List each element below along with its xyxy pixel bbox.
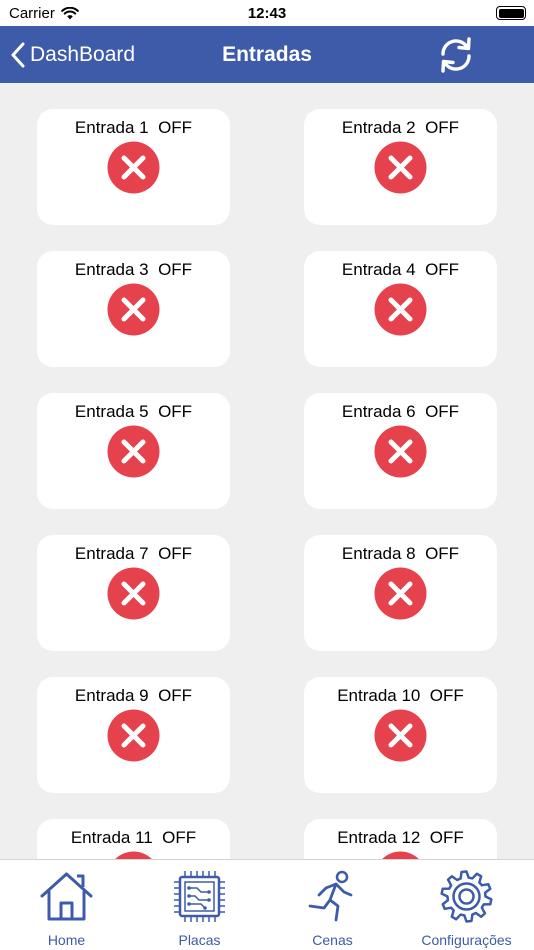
tab-cenas[interactable]: Cenas bbox=[266, 860, 399, 950]
input-card[interactable]: Entrada 11 OFF bbox=[37, 819, 230, 859]
input-card-label: Entrada 7 OFF bbox=[74, 544, 193, 563]
tab-cenas-label: Cenas bbox=[312, 932, 353, 948]
input-card-label: Entrada 3 OFF bbox=[74, 260, 193, 279]
gear-icon bbox=[440, 870, 493, 923]
input-card-label: Entrada 12 OFF bbox=[337, 828, 464, 847]
input-card[interactable]: Entrada 7 OFF bbox=[37, 535, 230, 651]
input-card[interactable]: Entrada 3 OFF bbox=[37, 251, 230, 367]
input-card-label: Entrada 9 OFF bbox=[74, 686, 193, 705]
off-status-icon bbox=[374, 567, 427, 620]
battery-icon bbox=[496, 6, 526, 20]
chip-icon bbox=[174, 871, 225, 922]
input-card[interactable]: Entrada 12 OFF bbox=[304, 819, 497, 859]
nav-bar: DashBoard Entradas bbox=[0, 26, 534, 83]
input-card-label: Entrada 5 OFF bbox=[74, 402, 193, 421]
input-card-label: Entrada 1 OFF bbox=[74, 118, 193, 137]
off-status-icon bbox=[374, 425, 427, 478]
off-status-icon bbox=[107, 567, 160, 620]
running-person-icon bbox=[308, 870, 353, 922]
input-card-label: Entrada 11 OFF bbox=[70, 828, 197, 847]
off-status-icon bbox=[374, 283, 427, 336]
input-card-label: Entrada 4 OFF bbox=[341, 260, 460, 279]
input-card[interactable]: Entrada 9 OFF bbox=[37, 677, 230, 793]
input-card[interactable]: Entrada 1 OFF bbox=[37, 109, 230, 225]
off-status-icon bbox=[374, 709, 427, 762]
off-status-icon bbox=[115, 851, 152, 859]
input-card-label: Entrada 2 OFF bbox=[341, 118, 460, 137]
input-card-label: Entrada 6 OFF bbox=[341, 402, 460, 421]
inputs-scroll-area[interactable]: Entrada 1 OFF Entrada 2 OFF Entrada 3 OFF E… bbox=[0, 83, 534, 859]
off-status-icon bbox=[107, 709, 160, 762]
input-card-label: Entrada 10 OFF bbox=[337, 686, 464, 705]
input-card[interactable]: Entrada 2 OFF bbox=[304, 109, 497, 225]
input-card[interactable]: Entrada 8 OFF bbox=[304, 535, 497, 651]
back-button[interactable]: DashBoard bbox=[10, 26, 135, 83]
tab-placas-label: Placas bbox=[178, 932, 221, 948]
tab-placas[interactable]: Placas bbox=[133, 860, 266, 950]
home-icon bbox=[40, 872, 93, 921]
off-status-icon bbox=[374, 141, 427, 194]
refresh-button[interactable] bbox=[436, 35, 476, 75]
input-card[interactable]: Entrada 10 OFF bbox=[304, 677, 497, 793]
off-status-icon bbox=[382, 851, 419, 859]
input-card[interactable]: Entrada 4 OFF bbox=[304, 251, 497, 367]
back-button-label: DashBoard bbox=[30, 42, 136, 66]
refresh-icon bbox=[441, 37, 471, 73]
input-card[interactable]: Entrada 6 OFF bbox=[304, 393, 497, 509]
status-time: 12:43 bbox=[247, 5, 287, 22]
tab-configuracoes-label: Configurações bbox=[421, 932, 512, 948]
tab-home[interactable]: Home bbox=[0, 860, 133, 950]
input-card[interactable]: Entrada 5 OFF bbox=[37, 393, 230, 509]
input-card-label: Entrada 8 OFF bbox=[341, 544, 460, 563]
off-status-icon bbox=[107, 425, 160, 478]
tab-bar: Home Placas Cenas Configurações bbox=[0, 859, 534, 950]
tab-home-label: Home bbox=[47, 932, 86, 948]
chevron-left-icon bbox=[11, 42, 25, 67]
tab-configuracoes[interactable]: Configurações bbox=[400, 860, 533, 950]
off-status-icon bbox=[107, 141, 160, 194]
off-status-icon bbox=[107, 283, 160, 336]
status-bar: Carrier 12:43 bbox=[0, 0, 534, 26]
